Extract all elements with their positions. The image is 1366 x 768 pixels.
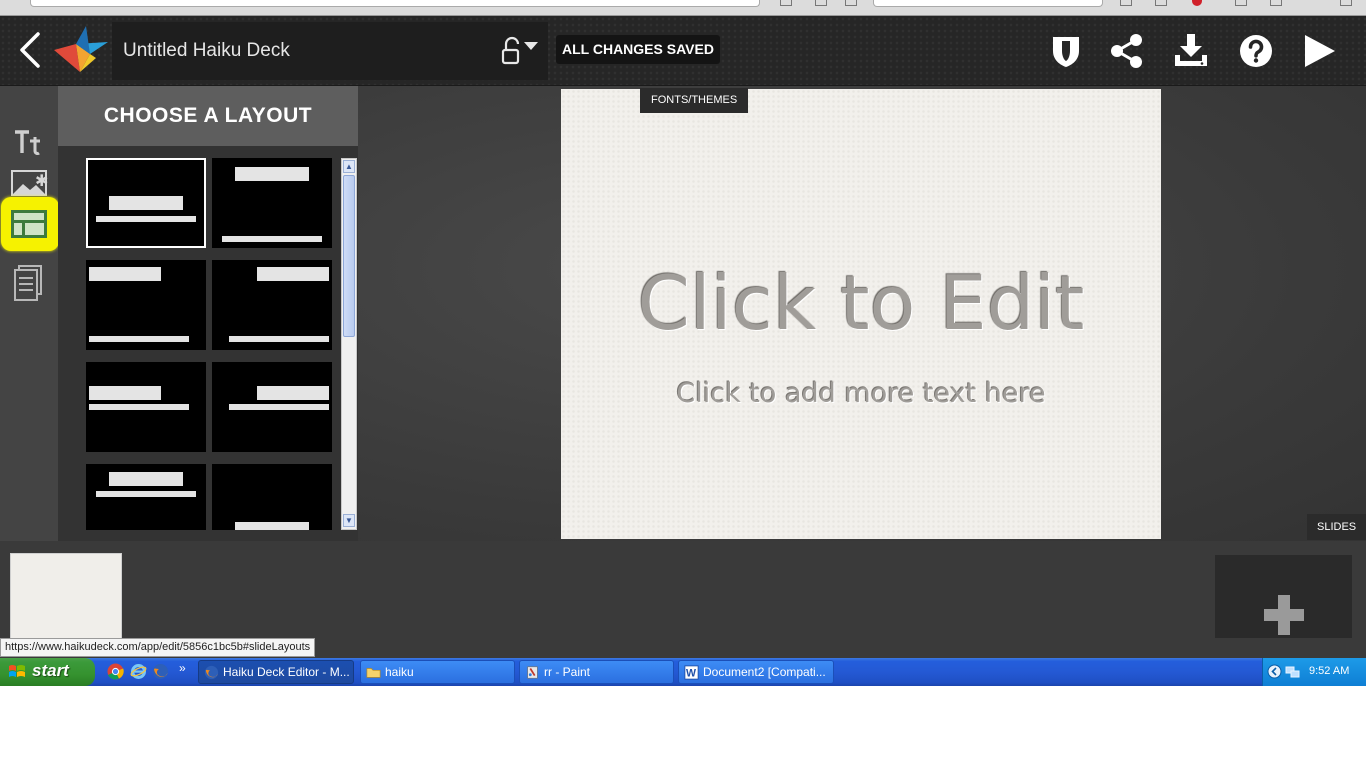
slides-tab[interactable]: SLIDES [1307,514,1366,540]
start-label: start [32,661,69,680]
svg-text:✱: ✱ [35,171,48,190]
text-tool-icon[interactable] [8,122,50,162]
task-label: rr - Paint [544,665,591,679]
ie-icon[interactable] [130,663,147,680]
help-icon[interactable] [1238,33,1274,69]
start-button[interactable]: start [0,658,95,686]
svg-text:W: W [686,667,696,679]
lock-icon [501,36,538,65]
chrome-icon[interactable] [107,663,124,680]
app-header: Untitled Haiku Deck ALL CHANGES SAVED [0,16,1366,86]
browser-toolbar-remnant [0,0,1366,16]
deck-title-field[interactable]: Untitled Haiku Deck [112,22,548,80]
bookmark-icon[interactable] [815,0,827,6]
notes-tool-icon[interactable] [8,264,50,304]
slide-title[interactable]: Click to Edit [561,259,1161,347]
layout-tool-icon[interactable] [8,204,50,244]
layout-option-top-right[interactable] [212,260,332,350]
privacy-lock-dropdown[interactable] [500,36,544,68]
layout-option-center-stack[interactable] [86,464,206,530]
back-icon[interactable] [12,30,46,70]
task-word-document[interactable]: W Document2 [Compati... [678,660,834,684]
firefox-icon[interactable] [152,663,169,680]
network-icon[interactable] [1285,664,1300,679]
toolbar-button[interactable] [1235,0,1247,6]
layout-option-right-stack[interactable] [212,362,332,452]
layout-thumbnails [86,158,334,530]
slide-filmstrip: https://www.haikudeck.com/app/edit/5856c… [0,541,1366,658]
layout-option-top-left[interactable] [86,260,206,350]
toolbar-button[interactable] [1155,0,1167,6]
status-bar-url: https://www.haikudeck.com/app/edit/5856c… [0,638,316,657]
task-label: Haiku Deck Editor - M... [223,665,350,679]
scroll-thumb[interactable] [343,175,355,337]
system-tray: 9:52 AM [1262,658,1366,686]
panel-title: CHOOSE A LAYOUT [103,104,313,127]
tool-sidebar: ✱ [0,86,59,541]
address-bar[interactable] [30,0,760,7]
toolbar-button[interactable] [845,0,857,6]
download-icon[interactable] [1173,33,1209,69]
scroll-up-arrow[interactable]: ▲ [343,160,355,173]
clock: 9:52 AM [1309,665,1350,677]
layout-scrollbar[interactable]: ▲ ▼ [341,158,357,530]
tray-expand-icon[interactable] [1267,664,1282,679]
chevron-down-icon [524,42,538,50]
editor-area: ✱ CHOOSE A LAYOUT ▲ ▼ FONTS/THEMES Click… [0,86,1366,541]
shield-icon[interactable] [1048,33,1084,69]
layout-panel-header: CHOOSE A LAYOUT [58,86,358,146]
scroll-down-arrow[interactable]: ▼ [343,514,355,527]
task-paint[interactable]: rr - Paint [519,660,674,684]
windows-taskbar: start » Haiku Deck Editor - M... haiku r… [0,658,1366,686]
layout-option-bottom-center[interactable] [212,464,332,530]
slide-thumbnail[interactable] [10,553,122,639]
firefox-icon [204,665,219,680]
paint-icon [527,666,538,679]
layout-option-title-center[interactable] [86,158,206,248]
save-status-badge: ALL CHANGES SAVED [556,35,720,64]
task-haiku-folder[interactable]: haiku [360,660,515,684]
toolbar-button[interactable] [1270,0,1282,6]
task-label: haiku [385,665,414,679]
slide-subtitle[interactable]: Click to add more text here [561,378,1161,409]
deck-title[interactable]: Untitled Haiku Deck [123,40,290,62]
play-icon[interactable] [1302,33,1338,69]
layout-panel: CHOOSE A LAYOUT ▲ ▼ [58,86,358,541]
toolbar-button[interactable] [780,0,792,6]
browser-search-box[interactable] [873,0,1103,7]
screen: Untitled Haiku Deck ALL CHANGES SAVED ✱ … [0,0,1366,768]
folder-icon [366,668,381,678]
word-icon: W [684,665,699,680]
recording-icon[interactable] [1192,0,1202,6]
add-slide-button[interactable] [1215,555,1352,638]
quick-launch-more[interactable]: » [179,661,186,675]
windows-flag-icon [9,665,25,677]
slide-canvas[interactable]: Click to Edit Click to add more text her… [561,89,1161,539]
haiku-deck-logo[interactable] [50,24,110,78]
layout-option-left-stack[interactable] [86,362,206,452]
share-icon[interactable] [1109,33,1145,69]
layout-option-title-top[interactable] [212,158,332,248]
fonts-themes-tab[interactable]: FONTS/THEMES [640,88,749,113]
task-label: Document2 [Compati... [703,665,826,679]
toolbar-button[interactable] [1120,0,1132,6]
task-haiku-deck-editor[interactable]: Haiku Deck Editor - M... [198,660,354,684]
menu-icon[interactable] [1340,0,1352,6]
